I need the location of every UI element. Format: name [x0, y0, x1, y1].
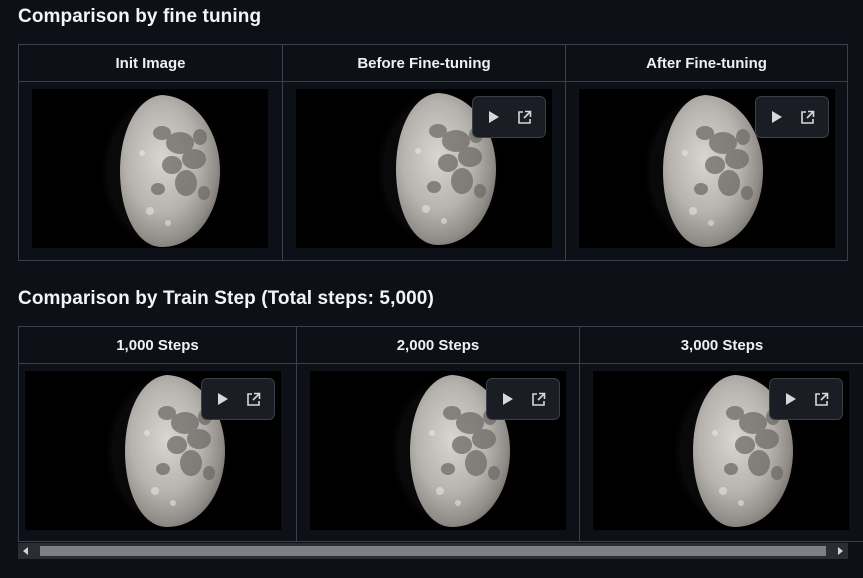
play-button[interactable] [481, 104, 507, 130]
video-controls [472, 96, 546, 138]
play-button[interactable] [495, 386, 521, 412]
play-button[interactable] [764, 104, 790, 130]
play-icon [772, 111, 782, 123]
video-controls [755, 96, 829, 138]
before-fine-tuning-video[interactable] [296, 89, 552, 248]
scroll-left-button[interactable] [18, 543, 34, 559]
moon-image [102, 93, 252, 248]
column-header: 2,000 Steps [297, 327, 579, 364]
play-icon [786, 393, 796, 405]
column-header: 1,000 Steps [19, 327, 296, 364]
video-controls [769, 378, 843, 420]
play-icon [503, 393, 513, 405]
play-icon [489, 111, 499, 123]
scrollbar-thumb[interactable] [40, 546, 826, 556]
play-icon [218, 393, 228, 405]
scroll-left-arrow-icon [23, 547, 28, 555]
external-link-icon [246, 392, 260, 406]
init-image [32, 89, 268, 248]
video-controls [201, 378, 275, 420]
section-title-train-step: Comparison by Train Step (Total steps: 5… [18, 288, 434, 309]
external-link-icon [800, 110, 814, 124]
scrollbar-track[interactable] [34, 543, 832, 559]
after-fine-tuning-video[interactable] [579, 89, 835, 248]
train-step-comparison-table: 1,000 Steps 2,000 Steps 3,000 Steps [18, 326, 863, 542]
video-controls [486, 378, 560, 420]
scroll-right-button[interactable] [832, 543, 848, 559]
column-header: 3,000 Steps [580, 327, 863, 364]
external-link-icon [814, 392, 828, 406]
1000-steps-video[interactable] [25, 371, 281, 530]
column-init-image: Init Image [19, 45, 282, 260]
column-header: After Fine-tuning [566, 45, 847, 82]
open-external-button[interactable] [511, 104, 537, 130]
scroll-right-arrow-icon [838, 547, 843, 555]
2000-steps-video[interactable] [310, 371, 566, 530]
column-3000-steps: 3,000 Steps [579, 327, 863, 541]
external-link-icon [517, 110, 531, 124]
play-button[interactable] [778, 386, 804, 412]
horizontal-scrollbar[interactable] [18, 543, 848, 559]
external-link-icon [531, 392, 545, 406]
column-before-fine-tuning: Before Fine-tuning [282, 45, 565, 260]
play-button[interactable] [210, 386, 236, 412]
column-1000-steps: 1,000 Steps [19, 327, 296, 541]
fine-tuning-comparison-table: Init Image Before Fine-tuning After Fine… [18, 44, 848, 261]
open-external-button[interactable] [794, 104, 820, 130]
column-after-fine-tuning: After Fine-tuning [565, 45, 847, 260]
open-external-button[interactable] [240, 386, 266, 412]
column-header: Before Fine-tuning [283, 45, 565, 82]
column-header: Init Image [19, 45, 282, 82]
3000-steps-video[interactable] [593, 371, 849, 530]
open-external-button[interactable] [525, 386, 551, 412]
open-external-button[interactable] [808, 386, 834, 412]
section-title-fine-tuning: Comparison by fine tuning [18, 6, 262, 27]
column-2000-steps: 2,000 Steps [296, 327, 579, 541]
